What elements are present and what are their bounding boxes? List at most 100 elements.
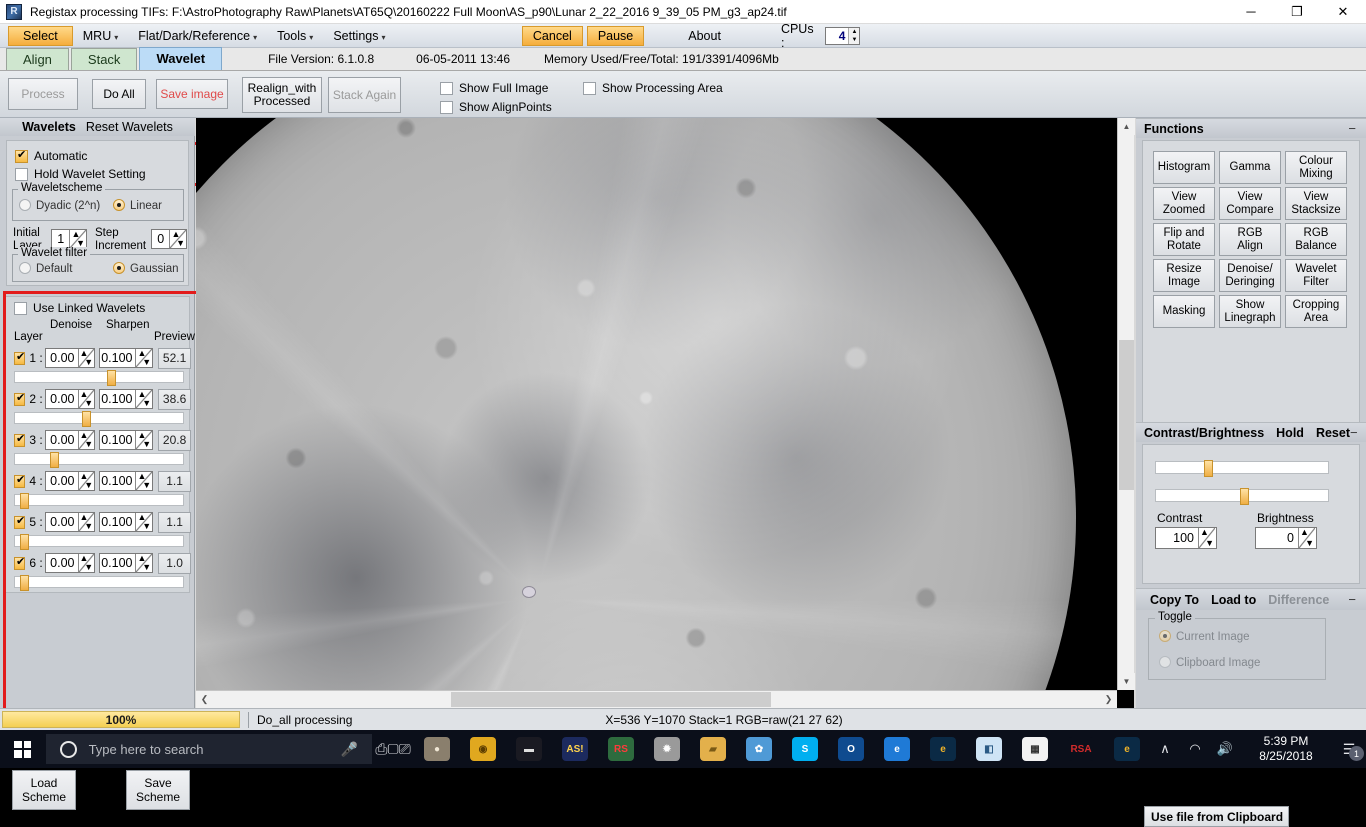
layer-denoise-spinner[interactable]: ▲ ▼ [77, 512, 95, 531]
step-increment-spinner[interactable]: ▲ ▼ [169, 229, 186, 248]
menu-settings[interactable]: Settings ▾ [323, 27, 395, 45]
layer-enable-checkbox[interactable] [14, 474, 26, 488]
layer-slider-thumb[interactable] [107, 370, 117, 386]
function-button[interactable]: Gamma [1219, 151, 1281, 184]
vertical-scroll-thumb[interactable] [1119, 340, 1134, 490]
show-processing-area-row[interactable]: Show Processing Area [583, 81, 723, 95]
layer-sharpen-spinner[interactable]: ▲ ▼ [135, 471, 153, 490]
show-full-image-checkbox[interactable] [440, 81, 453, 95]
hold-wavelet-setting-checkbox[interactable] [15, 167, 28, 181]
layer-enable-checkbox[interactable] [14, 433, 26, 447]
jupiter-app-icon[interactable]: ● [414, 730, 460, 768]
functions-minimize-icon[interactable]: − [1348, 121, 1356, 136]
clipboard-image-radio[interactable] [1159, 656, 1171, 668]
cpus-stepper[interactable]: 4 ▲ ▼ [825, 26, 861, 45]
function-button[interactable]: Cropping Area [1285, 295, 1347, 328]
action-center-button[interactable]: ☰ 1 [1332, 730, 1366, 768]
function-button[interactable]: Masking [1153, 295, 1215, 328]
close-button[interactable]: ✕ [1320, 0, 1366, 24]
horizontal-scroll-thumb[interactable] [451, 692, 771, 707]
volume-icon[interactable]: 🔊 [1210, 730, 1240, 768]
function-button[interactable]: Flip and Rotate [1153, 223, 1215, 256]
skype-icon[interactable]: S [782, 730, 828, 768]
layer-enable-checkbox[interactable] [14, 515, 26, 529]
layer-sharpen-spinner[interactable]: ▲ ▼ [135, 512, 153, 531]
layer-sharpen-field[interactable]: 0.100 ▲ ▼ [99, 553, 154, 573]
tab-align[interactable]: Align [6, 48, 69, 70]
realign-with-processed-button[interactable]: Realign_with Processed [242, 77, 322, 113]
layer-sharpen-slider[interactable] [14, 534, 184, 550]
internet-explorer-2-icon[interactable]: e [1104, 730, 1150, 768]
contrast-reset-button[interactable]: Reset [1316, 426, 1350, 440]
layer-sharpen-slider[interactable] [14, 452, 184, 468]
layer-sharpen-spinner[interactable]: ▲ ▼ [135, 348, 153, 367]
menu-tools[interactable]: Tools ▾ [267, 27, 323, 45]
function-button[interactable]: Histogram [1153, 151, 1215, 184]
copy-to-button[interactable]: Copy To [1150, 593, 1199, 607]
contrast-slider-thumb[interactable] [1204, 460, 1214, 477]
function-button[interactable]: Wavelet Filter [1285, 259, 1347, 292]
microphone-icon[interactable]: 🎤 [341, 741, 358, 758]
firecapture-icon[interactable]: ◉ [460, 730, 506, 768]
copy-panel-minimize-icon[interactable]: − [1348, 592, 1356, 607]
function-button[interactable]: View Zoomed [1153, 187, 1215, 220]
show-full-image-row[interactable]: Show Full Image [440, 81, 548, 95]
function-button[interactable]: Resize Image [1153, 259, 1215, 292]
initial-layer-spinner[interactable]: ▲ ▼ [69, 229, 86, 248]
minimize-button[interactable]: ─ [1228, 0, 1274, 24]
contrast-hold-button[interactable]: Hold [1276, 426, 1304, 440]
hold-wavelet-setting-row[interactable]: Hold Wavelet Setting [15, 167, 146, 181]
pipp-icon[interactable]: ▬ [506, 730, 552, 768]
pause-button[interactable]: Pause [586, 25, 645, 46]
layer-denoise-spinner[interactable]: ▲ ▼ [77, 430, 95, 449]
start-button[interactable] [0, 730, 46, 768]
windows-store-icon[interactable]: ◧ [966, 730, 1012, 768]
layer-denoise-field[interactable]: 0.00 ▲ ▼ [45, 553, 96, 573]
layer-slider-thumb[interactable] [20, 493, 30, 509]
layer-sharpen-spinner[interactable]: ▲ ▼ [135, 553, 153, 572]
function-button[interactable]: View Compare [1219, 187, 1281, 220]
save-scheme-button[interactable]: Save Scheme [126, 770, 190, 810]
layer-sharpen-spinner[interactable]: ▲ ▼ [135, 430, 153, 449]
process-button[interactable]: Process [8, 78, 78, 110]
wincjpeg-icon[interactable]: ✹ [644, 730, 690, 768]
canvas-horizontal-scrollbar[interactable]: ❮ ❯ [196, 690, 1117, 708]
show-processing-area-checkbox[interactable] [583, 81, 596, 95]
load-scheme-button[interactable]: Load Scheme [12, 770, 76, 810]
filter-gaussian-radio[interactable] [113, 262, 125, 274]
contrast-field[interactable]: 100 ▲ ▼ [1155, 527, 1217, 549]
layer-denoise-field[interactable]: 0.00 ▲ ▼ [45, 430, 96, 450]
load-to-button[interactable]: Load to [1211, 593, 1256, 607]
layer-denoise-spinner[interactable]: ▲ ▼ [77, 348, 95, 367]
show-alignpoints-row[interactable]: Show AlignPoints [440, 100, 552, 114]
difference-button[interactable]: Difference [1268, 593, 1329, 607]
layer-denoise-spinner[interactable]: ▲ ▼ [77, 389, 95, 408]
rsa-token-icon[interactable]: RSA [1058, 730, 1104, 768]
layer-sharpen-field[interactable]: 0.100 ▲ ▼ [99, 471, 154, 491]
layer-slider-thumb[interactable] [50, 452, 60, 468]
layer-enable-checkbox[interactable] [14, 351, 26, 365]
layer-slider-thumb[interactable] [82, 411, 92, 427]
outlook-icon[interactable]: O [828, 730, 874, 768]
filter-default-radio[interactable] [19, 262, 31, 274]
function-button[interactable]: View Stacksize [1285, 187, 1347, 220]
about-button[interactable]: About [688, 29, 721, 43]
maximize-button[interactable]: ❐ [1274, 0, 1320, 24]
menu-flat-dark-reference[interactable]: Flat/Dark/Reference ▾ [128, 27, 267, 45]
scroll-down-icon[interactable]: ▼ [1118, 673, 1135, 690]
use-linked-wavelets-checkbox[interactable] [14, 301, 27, 315]
calculator-icon[interactable]: ▦ [1012, 730, 1058, 768]
layer-sharpen-slider[interactable] [14, 411, 184, 427]
brightness-slider-thumb[interactable] [1240, 488, 1250, 505]
function-button[interactable]: Colour Mixing [1285, 151, 1347, 184]
layer-sharpen-field[interactable]: 0.100 ▲ ▼ [99, 389, 154, 409]
edge-icon[interactable]: e [874, 730, 920, 768]
autostakkert-icon[interactable]: AS! [552, 730, 598, 768]
stack-again-button[interactable]: Stack Again [328, 77, 401, 113]
task-view-button[interactable]: ⎙▢⎚ [372, 730, 414, 768]
automatic-row[interactable]: Automatic [15, 149, 87, 163]
layer-enable-checkbox[interactable] [14, 392, 26, 406]
function-button[interactable]: Show Linegraph [1219, 295, 1281, 328]
scheme-linear-radio[interactable] [113, 199, 125, 211]
show-alignpoints-checkbox[interactable] [440, 100, 453, 114]
